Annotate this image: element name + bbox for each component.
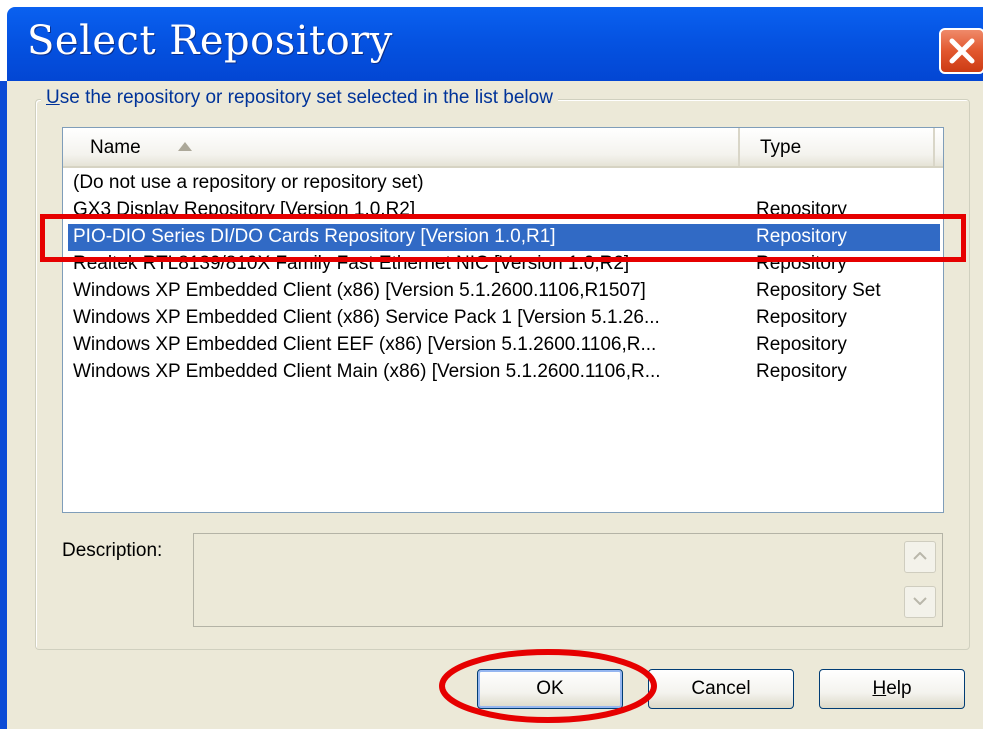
- row-name: Windows XP Embedded Client (x86) [Versio…: [73, 280, 646, 301]
- list-row[interactable]: Windows XP Embedded Client (x86) Service…: [68, 305, 940, 332]
- scroll-up-button[interactable]: [904, 541, 936, 573]
- sort-ascending-icon: [178, 142, 192, 151]
- row-type: Repository: [756, 361, 847, 382]
- row-name: Windows XP Embedded Client Main (x86) [V…: [73, 361, 661, 382]
- chevron-up-icon: [913, 552, 927, 560]
- column-header-name-label: Name: [90, 137, 141, 158]
- list-header: Name Type: [63, 128, 943, 168]
- list-row[interactable]: Windows XP Embedded Client (x86) [Versio…: [68, 278, 940, 305]
- highlight-rectangle: [40, 214, 966, 262]
- help-button[interactable]: Help: [819, 669, 965, 709]
- row-name: (Do not use a repository or repository s…: [73, 172, 424, 193]
- description-label: Description:: [62, 540, 163, 561]
- list-row[interactable]: Windows XP Embedded Client EEF (x86) [Ve…: [68, 332, 940, 359]
- title-bar: Select Repository: [7, 7, 983, 81]
- row-name: Windows XP Embedded Client (x86) Service…: [73, 307, 660, 328]
- row-name: Windows XP Embedded Client EEF (x86) [Ve…: [73, 334, 657, 355]
- column-header-type[interactable]: Type: [740, 128, 935, 166]
- repository-list[interactable]: Name Type (Do not use a repository or re…: [62, 127, 944, 513]
- chevron-down-icon: [913, 597, 927, 605]
- row-type: Repository: [756, 334, 847, 355]
- close-button[interactable]: [939, 28, 983, 74]
- help-accelerator: H: [872, 678, 887, 699]
- scroll-down-button[interactable]: [904, 586, 936, 618]
- column-header-type-label: Type: [760, 137, 802, 158]
- row-type: Repository: [756, 307, 847, 328]
- list-row[interactable]: (Do not use a repository or repository s…: [68, 170, 940, 197]
- window-border: [0, 81, 7, 729]
- window-title: Select Repository: [27, 18, 393, 64]
- legend-text: se the repository or repository set sele…: [59, 87, 553, 108]
- legend-accelerator: U: [46, 87, 60, 108]
- close-icon: [949, 38, 975, 64]
- row-type: Repository Set: [756, 280, 881, 301]
- help-label-rest: elp: [886, 678, 912, 699]
- list-row[interactable]: Windows XP Embedded Client Main (x86) [V…: [68, 359, 940, 386]
- groupbox-legend: Use the repository or repository set sel…: [41, 87, 558, 109]
- description-field[interactable]: [193, 533, 943, 627]
- cancel-button[interactable]: Cancel: [648, 669, 794, 709]
- highlight-ellipse: [439, 649, 657, 723]
- column-header-name[interactable]: Name: [63, 128, 740, 166]
